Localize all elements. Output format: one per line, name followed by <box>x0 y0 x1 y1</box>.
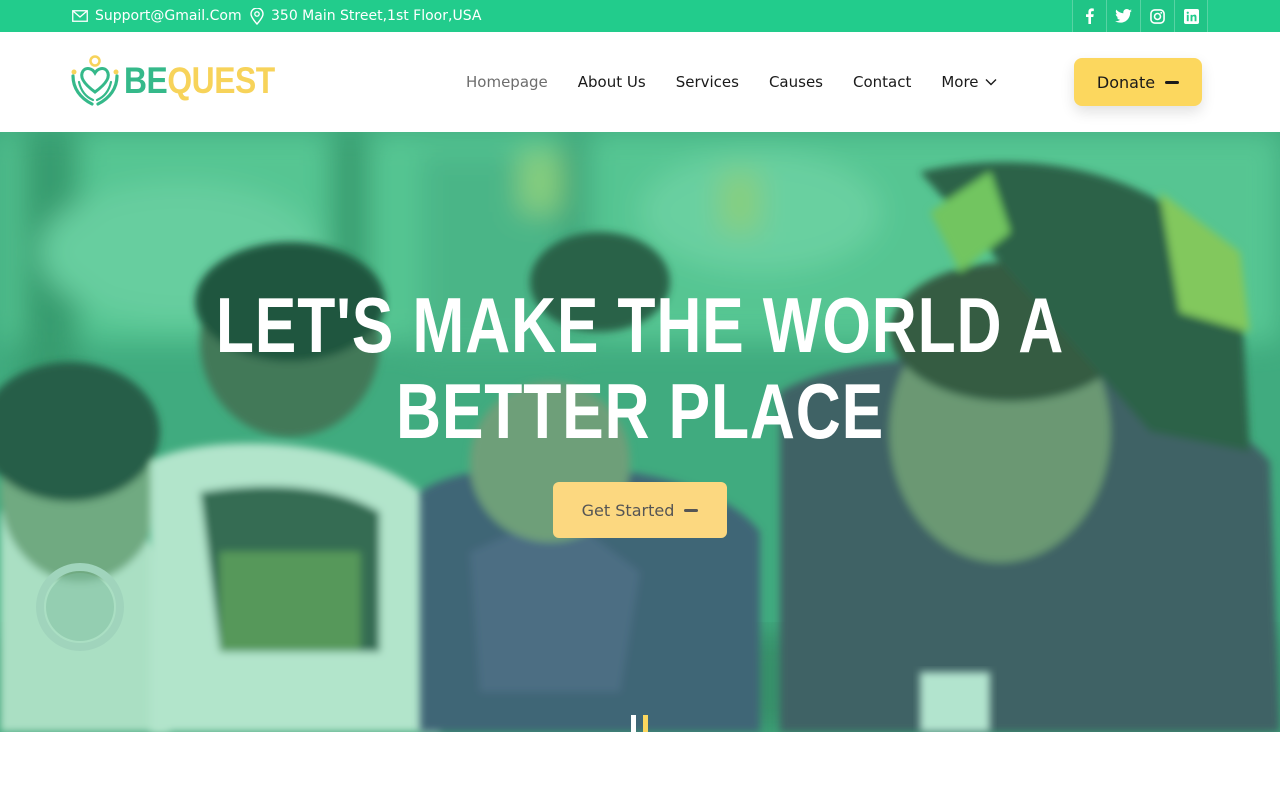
nav-item-about-us[interactable]: About Us <box>578 73 646 91</box>
get-started-label: Get Started <box>581 500 675 520</box>
linkedin-link[interactable] <box>1174 0 1208 32</box>
donate-label: Donate <box>1096 72 1156 92</box>
social-links <box>1072 0 1208 32</box>
twitter-icon <box>1115 9 1132 23</box>
site-logo[interactable]: BEQUEST <box>70 54 299 108</box>
slider-dot-1[interactable] <box>631 715 636 732</box>
hero-title: LET'S MAKE THE WORLD A BETTER PLACE <box>0 282 1280 454</box>
mail-icon <box>72 10 88 22</box>
nav-item-more[interactable]: More <box>941 73 997 91</box>
dash-icon <box>1165 80 1180 84</box>
site-header: BEQUEST Homepage About Us Services Cause… <box>0 32 1280 132</box>
facebook-link[interactable] <box>1072 0 1106 32</box>
address-text: 350 Main Street,1st Floor,USA <box>271 8 482 24</box>
nav-item-causes[interactable]: Causes <box>769 73 823 91</box>
donate-button[interactable]: Donate <box>1074 58 1202 106</box>
logo-text-quest: QUEST <box>167 60 275 101</box>
nav-item-more-label: More <box>941 73 979 91</box>
chevron-down-icon <box>985 79 997 86</box>
linkedin-icon <box>1183 8 1199 24</box>
main-nav: Homepage About Us Services Causes Contac… <box>466 32 1027 132</box>
email-contact[interactable]: Support@Gmail.Com <box>72 0 242 32</box>
dash-icon <box>684 508 699 512</box>
logo-text-be: BE <box>124 60 168 101</box>
hero-banner: LET'S MAKE THE WORLD A BETTER PLACE Get … <box>0 132 1280 732</box>
get-started-button[interactable]: Get Started <box>553 482 727 538</box>
top-bar: Support@Gmail.Com 350 Main Street,1st Fl… <box>0 0 1280 32</box>
nav-item-homepage[interactable]: Homepage <box>466 73 548 91</box>
email-text[interactable]: Support@Gmail.Com <box>95 8 242 24</box>
address-contact: 350 Main Street,1st Floor,USA <box>250 0 481 32</box>
logo-hands-heart-icon <box>71 55 119 106</box>
hero-title-line-2: BETTER PLACE <box>395 367 885 455</box>
nav-item-contact[interactable]: Contact <box>853 73 911 91</box>
facebook-icon <box>1086 8 1094 24</box>
nav-item-services[interactable]: Services <box>676 73 739 91</box>
logo-wordmark: BEQUEST <box>124 60 275 102</box>
slider-pagination <box>631 715 655 732</box>
instagram-icon <box>1150 8 1165 24</box>
location-pin-icon <box>250 7 264 25</box>
slider-dot-2-active[interactable] <box>643 715 648 732</box>
twitter-link[interactable] <box>1106 0 1140 32</box>
hero-title-line-1: LET'S MAKE THE WORLD A <box>215 281 1065 369</box>
instagram-link[interactable] <box>1140 0 1174 32</box>
